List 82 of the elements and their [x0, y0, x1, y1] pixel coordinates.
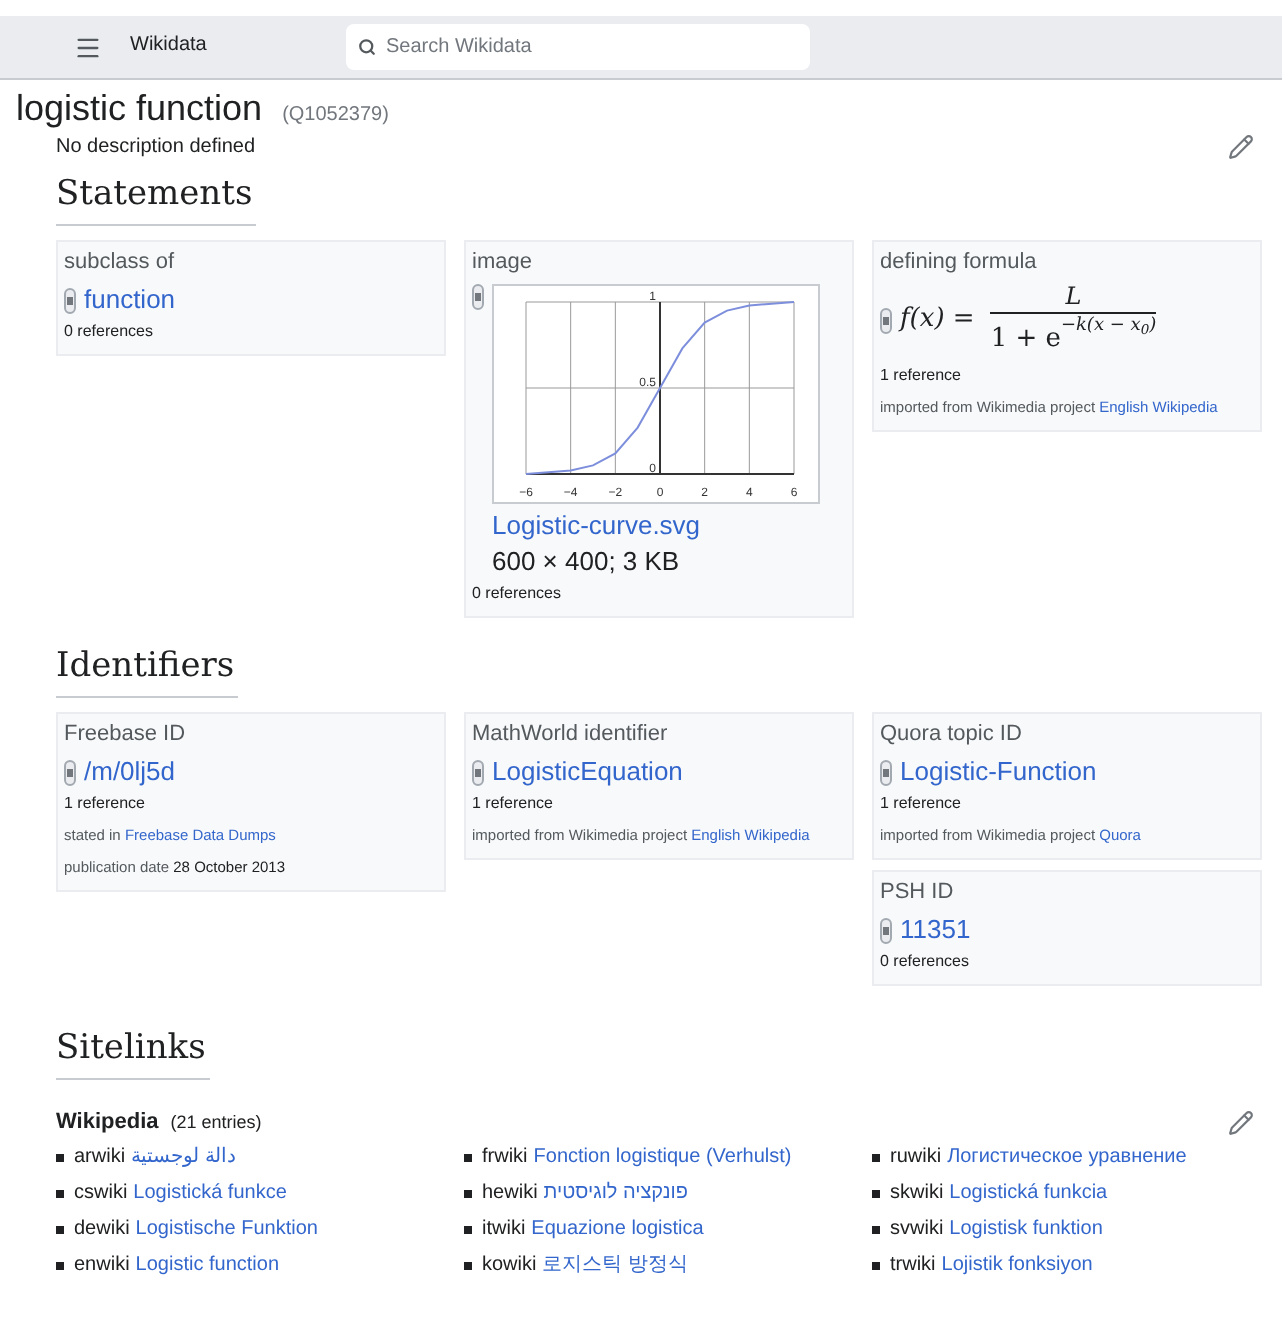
search-field[interactable]: Search Wikidata: [346, 24, 810, 70]
section-heading: Statements: [56, 172, 253, 216]
references-count[interactable]: 1 reference: [880, 366, 1254, 386]
item-description: No description defined: [56, 135, 256, 159]
site-code: trwiki: [890, 1254, 936, 1278]
sitelink[interactable]: פונקציה לוגיסטית: [543, 1182, 688, 1206]
references-count[interactable]: 1 reference: [472, 794, 846, 814]
sitelink[interactable]: Logistic function: [135, 1254, 280, 1278]
site-code: svwiki: [890, 1218, 944, 1242]
rank-icon[interactable]: [472, 284, 484, 310]
references-count[interactable]: 0 references: [880, 952, 1254, 972]
file-link[interactable]: Logistic-curve.svg: [492, 510, 701, 542]
bullet-icon: [56, 1262, 64, 1270]
site-code: cswiki: [74, 1182, 128, 1206]
site-code: kowiki: [482, 1254, 537, 1278]
value-link[interactable]: 11351: [900, 914, 971, 946]
entry-count: (21 entries): [170, 1110, 262, 1134]
references-count[interactable]: 1 reference: [64, 794, 438, 814]
rank-icon[interactable]: [880, 917, 892, 943]
formula-exponent: −k(x − x$_{0}$): [1060, 314, 1157, 338]
bullet-icon: [872, 1190, 880, 1198]
bullet-icon: [464, 1154, 472, 1162]
rank-icon[interactable]: [880, 759, 892, 785]
property-label[interactable]: defining formula: [880, 248, 1254, 276]
edit-icon[interactable]: [1228, 134, 1254, 160]
sitelink[interactable]: Logistická funkcia: [949, 1182, 1108, 1206]
bullet-icon: [464, 1262, 472, 1270]
value-link[interactable]: LogisticEquation: [492, 756, 683, 788]
property-label[interactable]: image: [472, 248, 846, 276]
value-link[interactable]: /m/0lj5d: [84, 756, 176, 788]
references-count[interactable]: 0 references: [64, 322, 438, 342]
item-id: (Q1052379): [282, 104, 389, 128]
menu-icon[interactable]: [74, 33, 102, 61]
property-label[interactable]: Quora topic ID: [880, 720, 1254, 748]
sitelink[interactable]: 로지스틱 방정식: [542, 1254, 689, 1278]
bullet-icon: [56, 1190, 64, 1198]
site-code: dewiki: [74, 1218, 130, 1242]
value-link[interactable]: function: [84, 284, 176, 316]
site-code: hewiki: [482, 1182, 538, 1206]
sitelink[interactable]: Lojistik fonksiyon: [941, 1254, 1093, 1278]
group-title: Wikipedia: [56, 1108, 159, 1136]
formula-denominator: 1 + e: [990, 322, 1061, 358]
property-label[interactable]: PSH ID: [880, 878, 1254, 906]
item-label: logistic function: [16, 88, 263, 128]
property-label[interactable]: subclass of: [64, 248, 438, 276]
site-code: frwiki: [482, 1146, 528, 1170]
file-info: 600 × 400; 3 KB: [492, 546, 680, 578]
bullet-icon: [872, 1262, 880, 1270]
bullet-icon: [464, 1226, 472, 1234]
site-code: ruwiki: [890, 1146, 942, 1170]
site-name[interactable]: Wikidata: [130, 34, 344, 60]
sitelink[interactable]: Fonction logistique (Verhulst): [533, 1146, 792, 1170]
property-label[interactable]: Freebase ID: [64, 720, 438, 748]
bullet-icon: [872, 1154, 880, 1162]
sitelink[interactable]: Логистическое уравнение: [947, 1146, 1187, 1170]
references-count[interactable]: 0 references: [472, 584, 846, 604]
sitelink[interactable]: دالة لوجستية: [131, 1146, 235, 1170]
formula-lhs: f(x) =: [900, 303, 975, 337]
site-code: skwiki: [890, 1182, 944, 1206]
rank-icon[interactable]: [64, 287, 76, 313]
bullet-icon: [56, 1154, 64, 1162]
value-link[interactable]: Logistic-Function: [900, 756, 1097, 788]
section-heading: Identifiers: [56, 644, 235, 688]
sitelink[interactable]: Logistische Funktion: [135, 1218, 318, 1242]
site-code: arwiki: [74, 1146, 126, 1170]
sitelink[interactable]: Logistická funkce: [133, 1182, 287, 1206]
bullet-icon: [56, 1226, 64, 1234]
rank-icon[interactable]: [472, 759, 484, 785]
formula-numerator: L: [1065, 280, 1082, 312]
property-label[interactable]: MathWorld identifier: [472, 720, 846, 748]
site-code: enwiki: [74, 1254, 130, 1278]
references-count[interactable]: 1 reference: [880, 794, 1254, 814]
sitelink[interactable]: Logistisk funktion: [949, 1218, 1103, 1242]
edit-icon[interactable]: [1228, 1109, 1254, 1135]
search-icon: [358, 38, 376, 56]
rank-icon[interactable]: [880, 307, 892, 333]
section-heading: Sitelinks: [56, 1026, 206, 1070]
bullet-icon: [872, 1226, 880, 1234]
bullet-icon: [464, 1190, 472, 1198]
site-code: itwiki: [482, 1218, 526, 1242]
rank-icon[interactable]: [64, 759, 76, 785]
sitelink[interactable]: Equazione logistica: [531, 1218, 704, 1242]
